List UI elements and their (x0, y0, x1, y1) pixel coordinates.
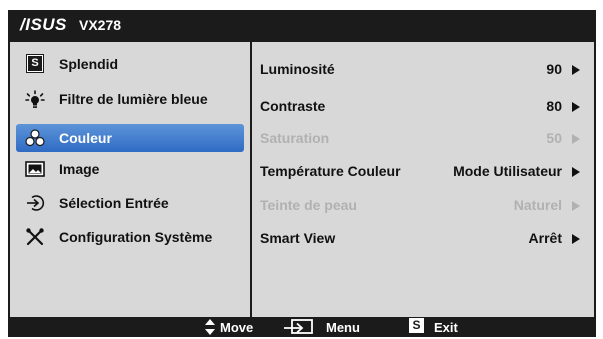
model-name: VX278 (79, 17, 122, 33)
sidebar-item-label: Configuration Système (59, 229, 213, 245)
setting-label: Température Couleur (260, 163, 401, 179)
sidebar-item-system-setup[interactable]: Configuration Système (16, 223, 244, 251)
sidebar-item-label: Filtre de lumière bleue (59, 91, 208, 107)
input-arrow-icon (25, 194, 45, 212)
setting-label: Teinte de peau (260, 197, 357, 213)
image-icon (25, 160, 45, 178)
sidebar-item-label: Sélection Entrée (59, 195, 169, 211)
sidebar-item-input-select[interactable]: Sélection Entrée (16, 189, 244, 217)
setting-row-skin-tone: Teinte de peau Naturel (260, 194, 584, 218)
setting-label: Luminosité (260, 61, 335, 77)
menu-panel: S Splendid Filtre de lumière bleue Coule… (10, 42, 594, 317)
arrow-right-icon (572, 234, 580, 244)
menu-enter-icon (284, 319, 314, 338)
title-bar: /ISUS VX278 (8, 10, 596, 40)
color-palette-icon (25, 129, 45, 147)
panel-divider (250, 42, 252, 317)
up-down-arrows-icon (204, 319, 216, 338)
arrow-right-icon (572, 201, 580, 211)
footer-legend: Move Menu S Exit (8, 317, 596, 337)
footer-exit-label: Exit (434, 320, 458, 335)
setting-row-brightness[interactable]: Luminosité 90 (260, 58, 584, 82)
sidebar-item-image[interactable]: Image (16, 155, 244, 183)
osd-menu: /ISUS VX278 S Splendid Filtre de lumière… (8, 10, 596, 337)
setting-label: Contraste (260, 98, 326, 114)
light-bulb-icon (25, 90, 45, 108)
setting-row-smart-view[interactable]: Smart View Arrêt (260, 227, 584, 251)
setting-value: 50 (546, 130, 562, 146)
sidebar-item-couleur[interactable]: Couleur (16, 124, 244, 152)
arrow-right-icon (572, 134, 580, 144)
setting-label: Saturation (260, 130, 330, 146)
asus-logo: /ISUS (20, 15, 67, 34)
sidebar-item-label: Splendid (59, 56, 119, 72)
tools-icon (25, 228, 45, 246)
setting-value: 80 (546, 98, 562, 114)
splendid-s-icon: S (409, 318, 424, 333)
arrow-right-icon (572, 102, 580, 112)
sidebar-item-label: Image (59, 161, 100, 177)
arrow-right-icon (572, 65, 580, 75)
setting-row-saturation: Saturation 50 (260, 127, 584, 151)
setting-value: 90 (546, 61, 562, 77)
setting-row-contrast[interactable]: Contraste 80 (260, 95, 584, 119)
sidebar-item-label: Couleur (59, 130, 112, 146)
setting-value: Mode Utilisateur (453, 163, 562, 179)
footer-move-label: Move (220, 320, 254, 335)
footer-menu-label: Menu (326, 320, 360, 335)
setting-label: Smart View (260, 230, 336, 246)
sidebar-item-blue-light-filter[interactable]: Filtre de lumière bleue (16, 85, 244, 113)
setting-value: Naturel (513, 197, 562, 213)
setting-row-color-temperature[interactable]: Température Couleur Mode Utilisateur (260, 160, 584, 184)
arrow-right-icon (572, 167, 580, 177)
setting-value: Arrêt (528, 230, 562, 246)
splendid-s-icon: S (25, 54, 45, 73)
sidebar-item-splendid[interactable]: S Splendid (16, 50, 244, 78)
